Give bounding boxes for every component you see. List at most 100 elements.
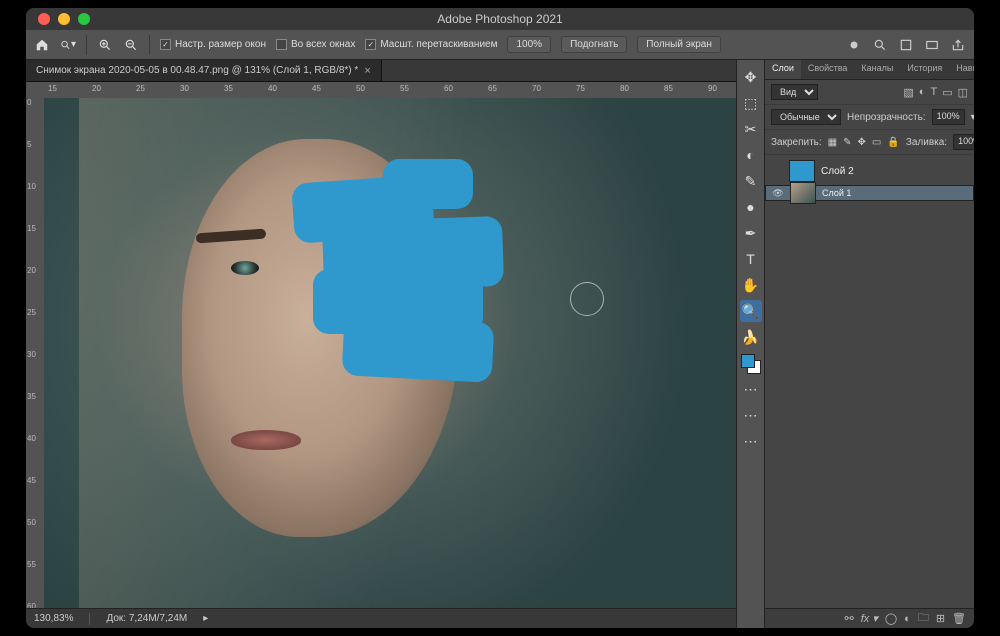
ruler-tick: 30	[180, 84, 189, 93]
horizontal-ruler[interactable]: 15202530354045505560657075808590	[44, 82, 736, 98]
blend-mode-select[interactable]: Обычные	[771, 109, 841, 125]
filter-adjust-icon[interactable]: ◐	[919, 86, 926, 99]
brush-cursor-ring	[570, 282, 604, 316]
panel-icon[interactable]	[898, 37, 914, 53]
marquee-tool[interactable]: ⬚	[740, 92, 762, 114]
layer-filter-select[interactable]: Вид	[771, 84, 818, 100]
panel-tab-каналы[interactable]: Каналы	[854, 60, 900, 79]
zoom-100-button[interactable]: 100%	[507, 36, 551, 53]
optbar-right-group	[846, 37, 966, 53]
ruler-tick: 55	[400, 84, 409, 93]
all-windows-label: Во всех окнах	[291, 39, 355, 50]
cloud-icon[interactable]	[846, 37, 862, 53]
lock-position-icon[interactable]: ✥	[858, 137, 866, 148]
screen-mode-icon[interactable]: ⋯	[740, 430, 762, 452]
minimize-window-button[interactable]	[58, 13, 70, 25]
ruler-tick: 60	[27, 602, 36, 608]
fx-icon[interactable]: fx ▾	[861, 612, 878, 625]
home-icon[interactable]	[34, 37, 50, 53]
color-swatch[interactable]	[741, 354, 761, 374]
ruler-tick: 15	[48, 84, 57, 93]
close-tab-icon[interactable]: ×	[364, 65, 370, 77]
panel-tab-навигатор[interactable]: Навигатор	[949, 60, 974, 79]
full-screen-button[interactable]: Полный экран	[637, 36, 721, 53]
ruler-tick: 25	[27, 308, 36, 317]
zoom-tool[interactable]: 🔍	[740, 300, 762, 322]
type-tool[interactable]: T	[740, 248, 762, 270]
ruler-tick: 10	[27, 182, 36, 191]
share-icon[interactable]	[950, 37, 966, 53]
crop-tool[interactable]: ✂	[740, 118, 762, 140]
ruler-tick: 45	[312, 84, 321, 93]
group-icon[interactable]: 🗀	[918, 609, 929, 628]
fit-screen-button[interactable]: Подогнать	[561, 36, 627, 53]
lock-brush-icon[interactable]: ✎	[843, 137, 851, 148]
lock-artboard-icon[interactable]: ▭	[872, 137, 881, 148]
all-windows-checkbox[interactable]: Во всех окнах	[276, 39, 355, 50]
layer-name[interactable]: Слой 2	[821, 166, 854, 177]
mask-icon[interactable]: ◯	[885, 612, 897, 625]
layer-filter-icons: ▧ ◐ T ▭ ◫	[903, 86, 968, 99]
layer-list: Слой 2 👁 Слой 1	[765, 155, 974, 608]
new-layer-icon[interactable]: ⊞	[936, 612, 945, 625]
options-bar: ▾ Настр. размер окон Во всех окнах Масшт…	[26, 30, 974, 60]
ruler-tick: 50	[356, 84, 365, 93]
edit-toolbar-icon[interactable]: ⋯	[740, 378, 762, 400]
blue-paint-strokes	[293, 159, 523, 399]
scrubby-zoom-checkbox[interactable]: Масшт. перетаскиванием	[365, 39, 497, 50]
panel-tab-история[interactable]: История	[900, 60, 949, 79]
panel-tab-свойства[interactable]: Свойства	[801, 60, 855, 79]
filter-image-icon[interactable]: ▧	[903, 86, 913, 99]
scrubby-zoom-label: Масшт. перетаскиванием	[380, 39, 497, 50]
vertical-ruler[interactable]: 051015202530354045505560	[26, 98, 44, 608]
trash-icon[interactable]: 🗑	[952, 612, 966, 625]
layer-name[interactable]: Слой 1	[822, 188, 851, 198]
opacity-value[interactable]: 100%	[932, 109, 965, 125]
layer-thumbnail[interactable]	[789, 160, 815, 182]
frame-icon[interactable]	[924, 37, 940, 53]
opacity-label: Непрозрачность:	[847, 112, 926, 123]
layer-visibility-icon[interactable]: 👁	[772, 188, 784, 199]
zoom-in-icon[interactable]	[97, 37, 113, 53]
layer-thumbnail[interactable]	[790, 182, 816, 204]
layer-row[interactable]: Слой 2	[765, 157, 974, 185]
eyedropper-tool[interactable]: ◐	[740, 144, 762, 166]
filter-shape-icon[interactable]: ▭	[942, 86, 952, 99]
window-title: Adobe Photoshop 2021	[26, 12, 974, 26]
resize-windows-checkbox[interactable]: Настр. размер окон	[160, 39, 266, 50]
title-bar: Adobe Photoshop 2021	[26, 8, 974, 30]
link-layers-icon[interactable]: ⚯	[844, 612, 853, 625]
zoom-level[interactable]: 130,83%	[34, 613, 73, 624]
pen-tool[interactable]: ✒	[740, 222, 762, 244]
maximize-window-button[interactable]	[78, 13, 90, 25]
photo-eye	[231, 261, 259, 275]
document-tab[interactable]: Снимок экрана 2020-05-05 в 00.48.47.png …	[26, 60, 382, 81]
opacity-chevron-icon[interactable]: ▾	[971, 112, 974, 123]
ruler-tick: 30	[27, 350, 36, 359]
canvas[interactable]	[44, 98, 736, 608]
lock-pixel-icon[interactable]: ▦	[828, 137, 837, 148]
panel-tab-слои[interactable]: Слои	[765, 60, 801, 79]
move-tool[interactable]: ✥	[740, 66, 762, 88]
lock-all-icon[interactable]: 🔒	[887, 137, 899, 148]
ruler-tick: 75	[576, 84, 585, 93]
banana-tool[interactable]: 🍌	[740, 326, 762, 348]
ruler-tick: 20	[27, 266, 36, 275]
quick-mask-icon[interactable]: ⋯	[740, 404, 762, 426]
document-tab-label: Снимок экрана 2020-05-05 в 00.48.47.png …	[36, 65, 358, 76]
filter-type-icon[interactable]: T	[930, 86, 937, 99]
zoom-out-icon[interactable]	[123, 37, 139, 53]
adjustment-layer-icon[interactable]: ◐	[904, 613, 911, 625]
brush-tool[interactable]: ✎	[740, 170, 762, 192]
search-icon[interactable]	[872, 37, 888, 53]
filter-smart-icon[interactable]: ◫	[958, 86, 968, 99]
smudge-tool[interactable]: ●	[740, 196, 762, 218]
search-dropdown-icon[interactable]: ▾	[60, 37, 76, 53]
hand-tool[interactable]: ✋	[740, 274, 762, 296]
close-window-button[interactable]	[38, 13, 50, 25]
tools-column: ✥ ⬚ ✂ ◐ ✎ ● ✒ T ✋ 🔍 🍌 ⋯ ⋯ ⋯	[736, 60, 764, 628]
status-chevron-icon[interactable]: ▸	[203, 613, 208, 624]
fill-value[interactable]: 100%	[953, 134, 974, 150]
document-area: Снимок экрана 2020-05-05 в 00.48.47.png …	[26, 60, 736, 608]
layer-row[interactable]: 👁 Слой 1	[765, 185, 974, 201]
